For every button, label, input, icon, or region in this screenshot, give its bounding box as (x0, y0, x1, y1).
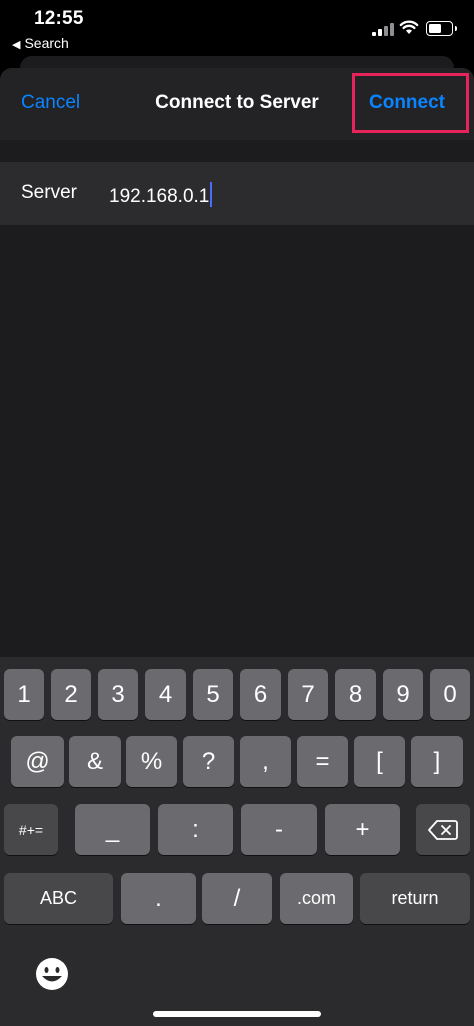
wifi-icon (399, 20, 419, 34)
return-key[interactable]: return (360, 873, 470, 924)
home-indicator[interactable] (153, 1011, 321, 1017)
emoji-icon[interactable] (34, 956, 70, 992)
key-colon[interactable]: : (158, 804, 233, 855)
key-close-bracket[interactable]: ] (411, 736, 463, 787)
key-comma[interactable]: , (240, 736, 291, 787)
key-4[interactable]: 4 (145, 669, 186, 720)
numeric-keyboard: 1 2 3 4 5 6 7 8 9 0 @ & % ? , = [ ] #+= … (0, 657, 474, 1026)
key-ampersand[interactable]: & (69, 736, 121, 787)
key-1[interactable]: 1 (4, 669, 44, 720)
server-input-value: 192.168.0.1 (109, 186, 210, 207)
key-slash[interactable]: / (202, 873, 272, 924)
server-field-row[interactable]: Server 192.168.0.1 (0, 162, 474, 225)
key-9[interactable]: 9 (383, 669, 423, 720)
key-period[interactable]: . (121, 873, 196, 924)
key-3[interactable]: 3 (98, 669, 138, 720)
key-plus[interactable]: + (325, 804, 400, 855)
connect-button[interactable]: Connect (369, 92, 445, 114)
key-percent[interactable]: % (126, 736, 177, 787)
key-5[interactable]: 5 (193, 669, 233, 720)
key-question[interactable]: ? (183, 736, 234, 787)
key-at[interactable]: @ (11, 736, 64, 787)
status-time: 12:55 (34, 8, 84, 29)
back-arrow-icon: ◀ (12, 39, 21, 51)
key-8[interactable]: 8 (335, 669, 376, 720)
key-6[interactable]: 6 (240, 669, 281, 720)
text-caret (210, 182, 213, 207)
key-7[interactable]: 7 (288, 669, 328, 720)
status-bar: 12:55 ◀ Search (0, 0, 474, 58)
battery-icon (426, 21, 457, 36)
navigation-bar: Cancel Connect to Server Connect (0, 68, 474, 140)
key-abc[interactable]: ABC (4, 873, 113, 924)
key-hyphen[interactable]: - (241, 804, 317, 855)
back-app-label: Search (24, 35, 69, 51)
cellular-signal-icon (372, 22, 394, 36)
delete-icon (428, 819, 458, 840)
delete-key[interactable] (416, 804, 470, 855)
key-more-symbols[interactable]: #+= (4, 804, 58, 855)
key-0[interactable]: 0 (430, 669, 470, 720)
key-equals[interactable]: = (297, 736, 348, 787)
server-input[interactable]: 192.168.0.1 (109, 182, 213, 208)
cancel-button[interactable]: Cancel (21, 92, 80, 114)
key-dot-com[interactable]: .com (280, 873, 353, 924)
key-2[interactable]: 2 (51, 669, 91, 720)
server-label: Server (21, 182, 77, 203)
back-to-app-link[interactable]: ◀ Search (12, 35, 69, 51)
key-open-bracket[interactable]: [ (354, 736, 405, 787)
key-underscore[interactable]: _ (75, 804, 150, 855)
